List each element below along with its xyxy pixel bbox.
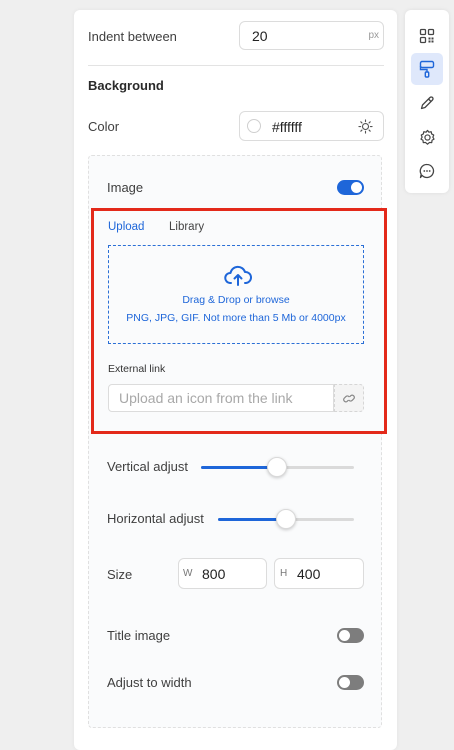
divider xyxy=(88,65,384,66)
adjust-to-width-toggle[interactable] xyxy=(337,675,364,690)
height-prefix: H xyxy=(280,568,288,579)
color-swatch[interactable] xyxy=(247,119,261,133)
color-input[interactable]: #ffffff xyxy=(239,111,384,141)
cloud-upload-icon xyxy=(224,265,252,286)
dropzone-hint: PNG, JPG, GIF. Not more than 5 Mb or 400… xyxy=(126,312,346,324)
height-value: 400 xyxy=(297,566,321,582)
image-toggle[interactable] xyxy=(337,180,364,195)
gear-icon[interactable] xyxy=(411,121,443,153)
indent-label: Indent between xyxy=(88,29,177,44)
qr-code-icon[interactable] xyxy=(411,20,443,52)
indent-unit: px xyxy=(368,30,379,41)
link-button[interactable] xyxy=(334,384,364,412)
vertical-adjust-handle[interactable] xyxy=(267,457,287,477)
width-value: 800 xyxy=(202,566,226,582)
upload-highlight-frame: Upload Library Drag & Drop or browse PNG… xyxy=(91,208,387,434)
settings-panel: Indent between 20 px Background Color #f… xyxy=(74,10,397,750)
vertical-adjust-fill xyxy=(201,466,277,469)
dropzone-title: Drag & Drop or browse xyxy=(182,294,290,306)
external-link-label: External link xyxy=(108,363,166,375)
horizontal-adjust-label: Horizontal adjust xyxy=(107,511,204,526)
external-link-placeholder: Upload an icon from the link xyxy=(119,390,293,406)
color-value: #ffffff xyxy=(272,119,302,135)
title-image-label: Title image xyxy=(107,628,171,643)
chat-icon[interactable] xyxy=(411,155,443,187)
color-label: Color xyxy=(88,119,120,134)
side-toolbar xyxy=(405,10,449,193)
height-input[interactable]: H 400 xyxy=(274,558,364,589)
pen-icon[interactable] xyxy=(411,87,443,119)
title-image-toggle[interactable] xyxy=(337,628,364,643)
width-input[interactable]: W 800 xyxy=(178,558,267,589)
tab-upload[interactable]: Upload xyxy=(108,221,144,233)
upload-dropzone[interactable]: Drag & Drop or browse PNG, JPG, GIF. Not… xyxy=(108,245,364,344)
sun-icon[interactable] xyxy=(358,119,373,134)
paint-roller-icon[interactable] xyxy=(411,53,443,85)
image-label: Image xyxy=(107,180,144,195)
indent-value: 20 xyxy=(252,28,268,44)
vertical-adjust-label: Vertical adjust xyxy=(107,459,188,474)
adjust-to-width-label: Adjust to width xyxy=(107,675,192,690)
indent-input[interactable]: 20 px xyxy=(239,21,384,50)
size-label: Size xyxy=(107,567,133,582)
horizontal-adjust-handle[interactable] xyxy=(276,509,296,529)
link-icon xyxy=(343,394,355,403)
width-prefix: W xyxy=(183,568,193,579)
external-link-input[interactable]: Upload an icon from the link xyxy=(108,384,334,412)
background-heading: Background xyxy=(88,78,164,93)
tab-library[interactable]: Library xyxy=(169,221,204,233)
